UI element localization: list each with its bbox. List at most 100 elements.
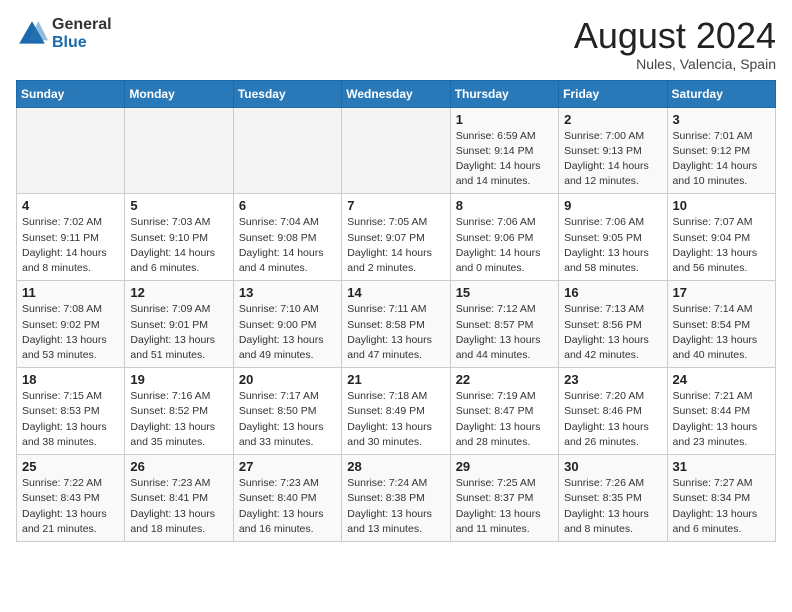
calendar-cell: 19Sunrise: 7:16 AM Sunset: 8:52 PM Dayli… [125, 368, 233, 455]
weekday-header-monday: Monday [125, 80, 233, 107]
day-number: 23 [564, 372, 661, 387]
day-number: 5 [130, 198, 227, 213]
day-info: Sunrise: 7:09 AM Sunset: 9:01 PM Dayligh… [130, 302, 227, 363]
day-number: 29 [456, 459, 553, 474]
calendar-cell: 22Sunrise: 7:19 AM Sunset: 8:47 PM Dayli… [450, 368, 558, 455]
day-number: 27 [239, 459, 336, 474]
day-info: Sunrise: 7:00 AM Sunset: 9:13 PM Dayligh… [564, 129, 661, 190]
calendar-cell: 16 Sunrise: 7:13 AM Sunset: 8:56 PM Dayli… [559, 281, 667, 368]
day-info: Sunrise: 7:01 AM Sunset: 9:12 PM Dayligh… [673, 129, 770, 190]
calendar-cell: 29 Sunrise: 7:25 AM Sunset: 8:37 PM Dayli… [450, 455, 558, 542]
calendar-cell [125, 107, 233, 194]
day-number: 8 [456, 198, 553, 213]
day-number: 24 [673, 372, 770, 387]
calendar-cell: 31 Sunrise: 7:27 AM Sunset: 8:34 PM Dayli… [667, 455, 775, 542]
calendar-cell: 15 Sunrise: 7:12 AM Sunset: 8:57 PM Dayli… [450, 281, 558, 368]
calendar-cell: 30 Sunrise: 7:26 AM Sunset: 8:35 PM Dayli… [559, 455, 667, 542]
calendar-cell: 14 Sunrise: 7:11 AM Sunset: 8:58 PM Dayli… [342, 281, 450, 368]
calendar-week-row: 18 Sunrise: 7:15 AM Sunset: 8:53 PM Dayli… [17, 368, 776, 455]
calendar-cell: 27 Sunrise: 7:23 AM Sunset: 8:40 PM Dayli… [233, 455, 341, 542]
calendar-cell [233, 107, 341, 194]
calendar-cell: 10 Sunrise: 7:07 AM Sunset: 9:04 PM Dayli… [667, 194, 775, 281]
day-info: Sunrise: 7:07 AM Sunset: 9:04 PM Dayligh… [673, 215, 770, 276]
day-number: 20 [239, 372, 336, 387]
day-info: Sunrise: 7:04 AM Sunset: 9:08 PM Dayligh… [239, 215, 336, 276]
logo: General Blue [16, 16, 112, 51]
month-year-title: August 2024 [574, 16, 776, 56]
day-info: Sunrise: 7:16 AM Sunset: 8:52 PM Dayligh… [130, 389, 227, 450]
day-number: 9 [564, 198, 661, 213]
calendar-cell: 3 Sunrise: 7:01 AM Sunset: 9:12 PM Daylig… [667, 107, 775, 194]
weekday-header-tuesday: Tuesday [233, 80, 341, 107]
title-area: August 2024 Nules, Valencia, Spain [574, 16, 776, 72]
day-info: Sunrise: 7:17 AM Sunset: 8:50 PM Dayligh… [239, 389, 336, 450]
day-info: Sunrise: 7:14 AM Sunset: 8:54 PM Dayligh… [673, 302, 770, 363]
day-number: 26 [130, 459, 227, 474]
day-info: Sunrise: 7:06 AM Sunset: 9:06 PM Dayligh… [456, 215, 553, 276]
calendar-cell: 23 Sunrise: 7:20 AM Sunset: 8:46 PM Dayli… [559, 368, 667, 455]
day-number: 1 [456, 112, 553, 127]
location-subtitle: Nules, Valencia, Spain [574, 56, 776, 72]
weekday-header-wednesday: Wednesday [342, 80, 450, 107]
logo-blue-text: Blue [52, 34, 112, 52]
calendar-week-row: 25 Sunrise: 7:22 AM Sunset: 8:43 PM Dayli… [17, 455, 776, 542]
day-number: 14 [347, 285, 444, 300]
day-number: 3 [673, 112, 770, 127]
calendar-cell: 28 Sunrise: 7:24 AM Sunset: 8:38 PM Dayli… [342, 455, 450, 542]
calendar-cell: 11Sunrise: 7:08 AM Sunset: 9:02 PM Dayli… [17, 281, 125, 368]
day-number: 15 [456, 285, 553, 300]
day-number: 31 [673, 459, 770, 474]
day-number: 30 [564, 459, 661, 474]
weekday-header-row: SundayMondayTuesdayWednesdayThursdayFrid… [17, 80, 776, 107]
day-info: Sunrise: 7:23 AM Sunset: 8:41 PM Dayligh… [130, 476, 227, 537]
calendar-week-row: 11Sunrise: 7:08 AM Sunset: 9:02 PM Dayli… [17, 281, 776, 368]
weekday-header-thursday: Thursday [450, 80, 558, 107]
day-info: Sunrise: 7:13 AM Sunset: 8:56 PM Dayligh… [564, 302, 661, 363]
day-info: Sunrise: 7:20 AM Sunset: 8:46 PM Dayligh… [564, 389, 661, 450]
day-number: 10 [673, 198, 770, 213]
calendar-cell: 20 Sunrise: 7:17 AM Sunset: 8:50 PM Dayli… [233, 368, 341, 455]
calendar-cell: 5 Sunrise: 7:03 AM Sunset: 9:10 PM Daylig… [125, 194, 233, 281]
weekday-header-friday: Friday [559, 80, 667, 107]
day-info: Sunrise: 7:06 AM Sunset: 9:05 PM Dayligh… [564, 215, 661, 276]
day-info: Sunrise: 7:23 AM Sunset: 8:40 PM Dayligh… [239, 476, 336, 537]
calendar-week-row: 1 Sunrise: 6:59 AM Sunset: 9:14 PM Daylig… [17, 107, 776, 194]
day-number: 12 [130, 285, 227, 300]
calendar-cell [17, 107, 125, 194]
day-number: 7 [347, 198, 444, 213]
day-number: 4 [22, 198, 119, 213]
day-number: 6 [239, 198, 336, 213]
calendar-cell: 9 Sunrise: 7:06 AM Sunset: 9:05 PM Daylig… [559, 194, 667, 281]
logo-icon [16, 18, 48, 50]
calendar-cell: 1 Sunrise: 6:59 AM Sunset: 9:14 PM Daylig… [450, 107, 558, 194]
calendar-cell: 17 Sunrise: 7:14 AM Sunset: 8:54 PM Dayli… [667, 281, 775, 368]
day-info: Sunrise: 7:10 AM Sunset: 9:00 PM Dayligh… [239, 302, 336, 363]
day-number: 13 [239, 285, 336, 300]
day-number: 25 [22, 459, 119, 474]
calendar-cell: 24 Sunrise: 7:21 AM Sunset: 8:44 PM Dayli… [667, 368, 775, 455]
day-info: Sunrise: 7:25 AM Sunset: 8:37 PM Dayligh… [456, 476, 553, 537]
day-number: 28 [347, 459, 444, 474]
calendar-cell: 6 Sunrise: 7:04 AM Sunset: 9:08 PM Daylig… [233, 194, 341, 281]
logo-text: General Blue [52, 16, 112, 51]
day-info: Sunrise: 6:59 AM Sunset: 9:14 PM Dayligh… [456, 129, 553, 190]
day-info: Sunrise: 7:12 AM Sunset: 8:57 PM Dayligh… [456, 302, 553, 363]
calendar-cell [342, 107, 450, 194]
day-info: Sunrise: 7:22 AM Sunset: 8:43 PM Dayligh… [22, 476, 119, 537]
day-number: 21 [347, 372, 444, 387]
day-number: 18 [22, 372, 119, 387]
day-info: Sunrise: 7:24 AM Sunset: 8:38 PM Dayligh… [347, 476, 444, 537]
day-number: 2 [564, 112, 661, 127]
day-info: Sunrise: 7:21 AM Sunset: 8:44 PM Dayligh… [673, 389, 770, 450]
day-info: Sunrise: 7:26 AM Sunset: 8:35 PM Dayligh… [564, 476, 661, 537]
day-number: 16 [564, 285, 661, 300]
day-info: Sunrise: 7:03 AM Sunset: 9:10 PM Dayligh… [130, 215, 227, 276]
header: General Blue August 2024 Nules, Valencia… [16, 16, 776, 72]
calendar-cell: 7Sunrise: 7:05 AM Sunset: 9:07 PM Daylig… [342, 194, 450, 281]
calendar-cell: 4 Sunrise: 7:02 AM Sunset: 9:11 PM Daylig… [17, 194, 125, 281]
day-info: Sunrise: 7:15 AM Sunset: 8:53 PM Dayligh… [22, 389, 119, 450]
day-number: 17 [673, 285, 770, 300]
day-info: Sunrise: 7:02 AM Sunset: 9:11 PM Dayligh… [22, 215, 119, 276]
day-info: Sunrise: 7:11 AM Sunset: 8:58 PM Dayligh… [347, 302, 444, 363]
day-info: Sunrise: 7:27 AM Sunset: 8:34 PM Dayligh… [673, 476, 770, 537]
